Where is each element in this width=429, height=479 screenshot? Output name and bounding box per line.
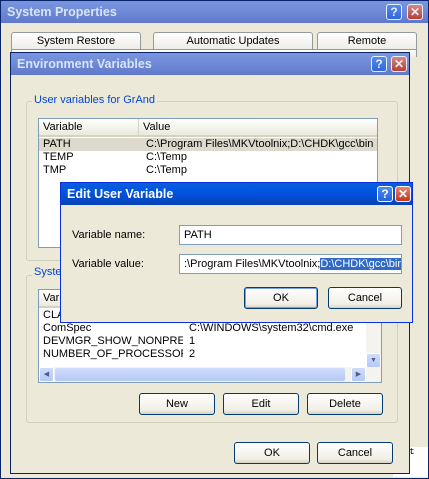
scroll-thumb[interactable] xyxy=(55,368,345,381)
variable-value: C:\WINDOWS\system32\cmd.exe xyxy=(189,322,354,334)
scroll-left-icon[interactable]: ◀ xyxy=(39,367,54,382)
variable-value: C:\Program Files\MKVtoolnix;D:\CHDK\gcc\… xyxy=(146,138,374,150)
new-button[interactable]: New xyxy=(139,393,215,415)
variable-value: 1 xyxy=(189,335,196,347)
variable-name: PATH xyxy=(43,138,71,150)
cancel-button[interactable]: Cancel xyxy=(317,442,393,464)
help-icon[interactable]: ? xyxy=(371,56,387,72)
help-icon[interactable]: ? xyxy=(377,186,393,202)
close-icon[interactable]: ✕ xyxy=(395,186,411,202)
edit-dialog-titlebar[interactable]: Edit User Variable ? ✕ xyxy=(61,183,412,205)
ok-button[interactable]: OK xyxy=(234,442,310,464)
list-item[interactable]: DEVMGR_SHOW_NONPRE... 1 xyxy=(39,335,381,348)
tab-automatic-updates[interactable]: Automatic Updates xyxy=(153,32,313,50)
edit-button[interactable]: Edit xyxy=(223,393,299,415)
list-header: Variable Value xyxy=(39,119,377,137)
user-variables-label: User variables for GrAnd xyxy=(32,94,158,106)
variable-value-label: Variable value: xyxy=(72,258,144,270)
list-item[interactable]: NUMBER_OF_PROCESSORS 2 xyxy=(39,348,381,361)
variable-name-field[interactable]: PATH xyxy=(179,225,402,245)
list-item[interactable]: TMP C:\Temp xyxy=(39,164,377,177)
scroll-right-icon[interactable]: ▶ xyxy=(351,367,366,382)
edit-user-variable-dialog: Edit User Variable ? ✕ Variable name: PA… xyxy=(60,182,413,323)
variable-value: C:\Temp xyxy=(146,151,187,163)
env-vars-titlebar[interactable]: Environment Variables ? ✕ xyxy=(11,53,409,75)
delete-button[interactable]: Delete xyxy=(307,393,383,415)
list-item[interactable]: ComSpec C:\WINDOWS\system32\cmd.exe xyxy=(39,322,381,335)
horizontal-scrollbar[interactable]: ◀ ▶ xyxy=(39,367,381,382)
env-vars-title: Environment Variables xyxy=(17,57,152,71)
variable-value: C:\Temp xyxy=(146,164,187,176)
tab-system-restore[interactable]: System Restore xyxy=(11,32,141,50)
help-icon[interactable]: ? xyxy=(386,4,402,20)
cancel-button[interactable]: Cancel xyxy=(328,287,402,309)
column-header-variable[interactable]: Variable xyxy=(39,119,139,135)
variable-name-label: Variable name: xyxy=(72,229,146,241)
value-text: :\Program Files\MKVtoolnix; xyxy=(184,258,321,270)
column-header-value[interactable]: Value xyxy=(139,119,377,135)
variable-name: TMP xyxy=(43,164,67,176)
ok-button[interactable]: OK xyxy=(244,287,318,309)
system-properties-titlebar[interactable]: System Properties ? ✕ xyxy=(1,1,428,23)
variable-name: DEVMGR_SHOW_NONPRE... xyxy=(43,335,183,347)
scroll-down-icon[interactable]: ▼ xyxy=(366,353,381,368)
close-icon[interactable]: ✕ xyxy=(407,4,423,20)
variable-value-field[interactable]: :\Program Files\MKVtoolnix;D:\CHDK\gcc\b… xyxy=(179,254,402,274)
value-selection: D:\CHDK\gcc\bin xyxy=(320,258,402,270)
close-icon[interactable]: ✕ xyxy=(391,56,407,72)
system-properties-title: System Properties xyxy=(7,5,117,19)
variable-name: TEMP xyxy=(43,151,74,163)
variable-value: 2 xyxy=(189,348,196,360)
system-variables-label: Syste xyxy=(32,266,64,278)
variable-name: NUMBER_OF_PROCESSORS xyxy=(43,348,183,360)
tab-remote[interactable]: Remote xyxy=(317,32,417,50)
list-item[interactable]: TEMP C:\Temp xyxy=(39,151,377,164)
list-item[interactable]: PATH C:\Program Files\MKVtoolnix;D:\CHDK… xyxy=(39,138,377,151)
variable-name: ComSpec xyxy=(43,322,92,334)
edit-dialog-title: Edit User Variable xyxy=(67,187,174,201)
